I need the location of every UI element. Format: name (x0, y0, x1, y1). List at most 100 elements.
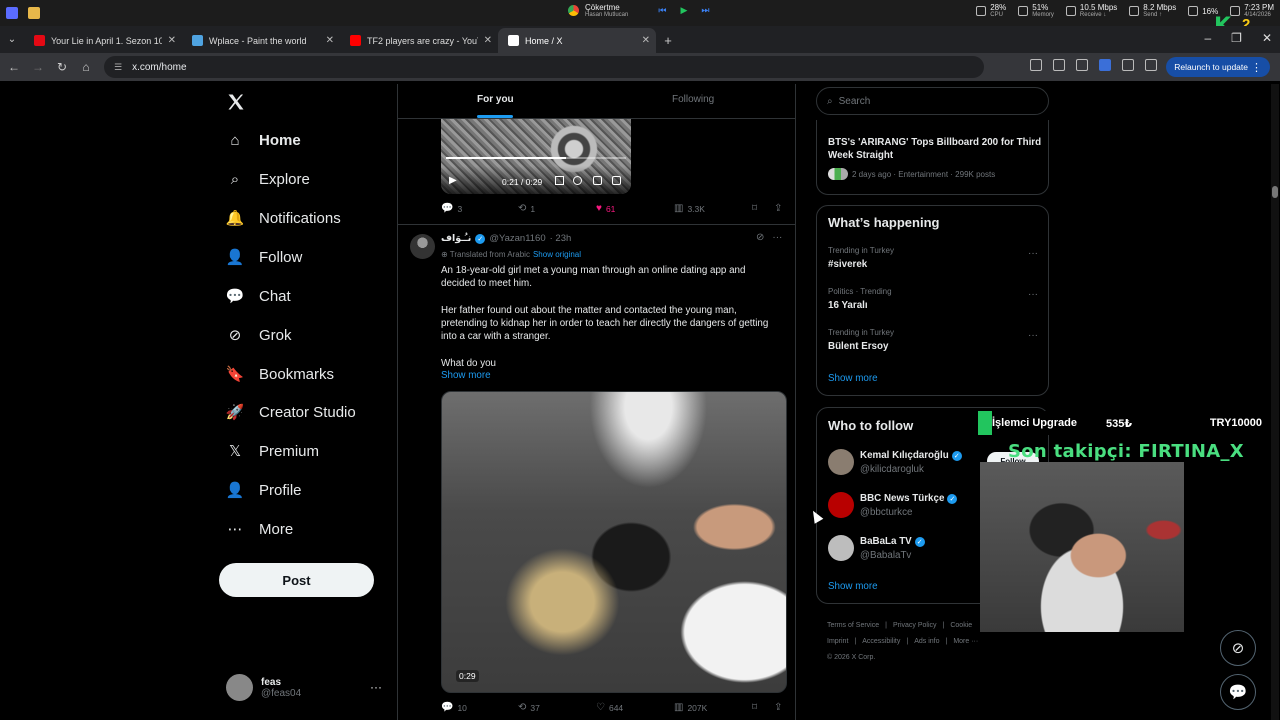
footer-link[interactable]: Imprint (827, 638, 848, 645)
like-button[interactable]: ♥ 61 (596, 203, 615, 214)
star-icon[interactable] (1076, 59, 1088, 71)
nav-item-bookmarks[interactable]: 🔖 Bookmarks (226, 365, 334, 384)
more-dots-icon[interactable]: ··· (1028, 248, 1038, 259)
suggested-account-name[interactable]: BaBaLa TV ✓ (860, 536, 925, 547)
minimize-icon[interactable]: – (1204, 31, 1211, 45)
show-original-link[interactable]: Show original (533, 250, 581, 259)
footer-link[interactable]: More ··· (953, 638, 978, 645)
avatar[interactable] (410, 234, 435, 259)
video-progress[interactable] (446, 157, 626, 159)
suggested-account-name[interactable]: BBC News Türkçe ✓ (860, 493, 958, 504)
nav-item-profile[interactable]: 👤 Profile (226, 481, 302, 500)
next-track-icon[interactable]: ⏭ (701, 5, 709, 16)
nav-item-home[interactable]: ⌂ Home (226, 131, 300, 149)
show-more-link[interactable]: Show more (441, 370, 491, 381)
bookmark-button[interactable]: ⌑ (752, 702, 757, 713)
reply-button[interactable]: 💬 3 (441, 203, 462, 214)
browser-tab[interactable]: Home / X ✕ (498, 28, 656, 53)
bookmark-button[interactable]: ⌑ (752, 203, 757, 214)
post-author-handle[interactable]: @Yazan1160 (489, 233, 545, 244)
address-bar[interactable]: ☰ x.com/home (104, 56, 984, 78)
footer-link[interactable]: Accessibility (862, 638, 900, 645)
avatar[interactable] (828, 492, 854, 518)
previous-track-icon[interactable]: ⏮ (658, 5, 666, 16)
reply-button[interactable]: 💬 10 (441, 702, 467, 713)
close-tab-icon[interactable]: ✕ (326, 35, 334, 46)
tab-search-icon[interactable]: ⌄ (0, 26, 24, 53)
close-window-icon[interactable]: ✕ (1262, 31, 1272, 45)
close-tab-icon[interactable]: ✕ (168, 35, 176, 46)
suggested-account-name[interactable]: Kemal Kılıçdaroğlu ✓ (860, 450, 962, 461)
nav-item-grok[interactable]: ⊘ Grok (226, 326, 292, 345)
more-dots-icon[interactable]: ··· (370, 680, 382, 694)
back-icon[interactable]: ← (2, 60, 26, 74)
nav-item-premium[interactable]: 𝕏 Premium (226, 442, 319, 461)
x-logo-icon[interactable] (226, 92, 246, 112)
footer-link[interactable]: Privacy Policy (893, 622, 937, 629)
views-button[interactable]: ▥ 207K (674, 702, 707, 713)
play-icon[interactable]: ▶ (680, 5, 687, 16)
scrollbar[interactable] (1271, 84, 1279, 720)
browser-tab[interactable]: TF2 players are crazy - YouTube ✕ (340, 28, 498, 53)
browser-tab[interactable]: Your Lie in April 1. Sezon 10. Bö ✕ (24, 28, 182, 53)
avatar[interactable] (828, 449, 854, 475)
reading-list-icon[interactable] (1145, 59, 1157, 71)
translate-icon[interactable] (1030, 59, 1042, 71)
pip-icon[interactable] (593, 176, 602, 185)
show-more-link[interactable]: Show more (828, 373, 878, 384)
views-button[interactable]: ▥ 3.3K (674, 203, 705, 214)
nav-item-notifications[interactable]: 🔔 Notifications (226, 209, 341, 228)
nav-item-creator-studio[interactable]: 🚀 Creator Studio (226, 403, 356, 422)
more-dots-icon[interactable]: ··· (1028, 289, 1038, 300)
post-button[interactable]: Post (219, 563, 374, 597)
new-tab-button[interactable]: + (656, 28, 680, 53)
nav-item-more[interactable]: ⋯ More (226, 520, 294, 539)
site-info-icon[interactable]: ☰ (114, 62, 122, 73)
footer-link[interactable]: Cookie (950, 622, 972, 629)
post-author-name[interactable]: نـُـوَاف (441, 233, 471, 244)
forward-icon[interactable]: → (26, 60, 50, 74)
trend-name[interactable]: #siverek (828, 259, 867, 270)
footer-link[interactable]: Terms of Service (827, 622, 879, 629)
show-more-link[interactable]: Show more (828, 581, 878, 592)
grok-fab-icon[interactable]: ⊘ (1220, 630, 1256, 666)
tab-following[interactable]: Following (672, 94, 714, 105)
scrollbar-thumb[interactable] (1272, 186, 1278, 198)
account-switcher[interactable]: feas @feas04 ··· (226, 674, 386, 701)
repost-button[interactable]: ⟲ 37 (518, 702, 540, 713)
avatar[interactable] (828, 535, 854, 561)
cast-icon[interactable] (1053, 59, 1065, 71)
close-tab-icon[interactable]: ✕ (642, 35, 650, 46)
share-button[interactable]: ⇪ (774, 702, 782, 713)
relaunch-button[interactable]: Relaunch to update (1166, 57, 1270, 77)
maximize-icon[interactable]: ❐ (1231, 31, 1242, 45)
search-input[interactable]: ⌕ Search (816, 87, 1049, 115)
nav-item-chat[interactable]: 💬 Chat (226, 287, 291, 306)
more-dots-icon[interactable]: ··· (772, 232, 782, 243)
close-tab-icon[interactable]: ✕ (484, 35, 492, 46)
like-button[interactable]: ♡ 644 (596, 702, 623, 713)
extension-icon[interactable] (1099, 59, 1111, 71)
trend-name[interactable]: Bülent Ersoy (828, 341, 888, 352)
repost-button[interactable]: ⟲ 1 (518, 203, 535, 214)
nav-item-explore[interactable]: ⌕ Explore (226, 170, 310, 188)
nav-item-follow[interactable]: 👤 Follow (226, 248, 303, 267)
play-icon[interactable]: ▶ (449, 175, 457, 186)
browser-tab[interactable]: Wplace - Paint the world ✕ (182, 28, 340, 53)
post-video[interactable]: 0:29 (441, 391, 787, 693)
more-dots-icon[interactable]: ··· (1028, 330, 1038, 341)
post-time[interactable]: · 23h (550, 233, 572, 244)
fullscreen-icon[interactable] (612, 176, 621, 185)
share-button[interactable]: ⇪ (774, 203, 782, 214)
volume-icon[interactable] (555, 176, 564, 185)
tab-for-you[interactable]: For you (477, 94, 514, 105)
settings-icon[interactable] (573, 176, 582, 185)
messages-fab-icon[interactable]: 💬 (1220, 674, 1256, 710)
app-icon[interactable] (6, 7, 18, 19)
extensions-puzzle-icon[interactable] (1122, 59, 1134, 71)
video-player[interactable]: ▶ 0:21 / 0:29 (441, 119, 631, 194)
reload-icon[interactable]: ↻ (50, 60, 74, 74)
trend-name[interactable]: 16 Yaralı (828, 300, 868, 311)
grok-explain-icon[interactable]: ⊘ (756, 232, 764, 243)
footer-link[interactable]: Ads info (914, 638, 939, 645)
